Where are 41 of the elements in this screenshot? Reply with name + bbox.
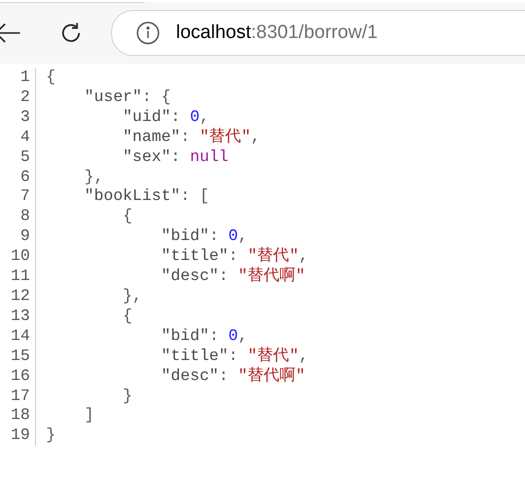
line-number: 13 — [10, 306, 30, 327]
line-number: 7 — [20, 187, 30, 208]
line-number: 3 — [20, 108, 30, 128]
code-line: { — [122, 207, 134, 228]
line-number: 4 — [20, 128, 30, 148]
line-number: 17 — [10, 386, 30, 406]
code-line: "name": "替代", — [122, 128, 262, 148]
code-line: { — [122, 306, 134, 327]
code-line: "bid": 0, — [161, 326, 249, 347]
code-line: ] — [84, 406, 95, 426]
line-number: 1 — [20, 68, 30, 88]
line-number: 18 — [10, 406, 30, 426]
code-line: "bookList": [ — [84, 187, 210, 208]
code-line: }, — [84, 168, 105, 188]
line-number: 10 — [10, 247, 30, 268]
code-line: "title": "替代", — [161, 247, 308, 266]
code-line: "uid": 0, — [122, 108, 210, 128]
code-line: "desc": "替代啊" — [161, 366, 306, 386]
line-number: 14 — [10, 326, 30, 347]
line-number: 16 — [10, 366, 30, 386]
line-number: 19 — [10, 426, 30, 446]
url-text: localhost:8301/borrow/1 — [176, 22, 378, 44]
code-line: } — [122, 386, 134, 406]
code-line: "sex": null — [122, 148, 230, 168]
line-number: 2 — [20, 88, 30, 108]
code-line: "title": "替代", — [161, 346, 308, 366]
line-number: 6 — [20, 168, 30, 188]
code-line: { — [46, 68, 57, 88]
code-line: "desc": "替代啊" — [161, 267, 306, 287]
code-line: }, — [122, 286, 143, 307]
code-line: "user": { — [84, 88, 172, 108]
line-number: 9 — [20, 227, 30, 248]
line-number: 8 — [20, 207, 30, 228]
info-icon[interactable] — [136, 21, 160, 45]
code-line: "bid": 0, — [161, 227, 249, 248]
line-number: 12 — [10, 286, 30, 307]
address-bar[interactable]: localhost:8301/borrow/1 — [111, 10, 525, 56]
line-number: 5 — [20, 148, 30, 168]
code-line: } — [46, 426, 57, 446]
line-number: 11 — [10, 267, 30, 287]
line-number: 15 — [10, 346, 30, 367]
